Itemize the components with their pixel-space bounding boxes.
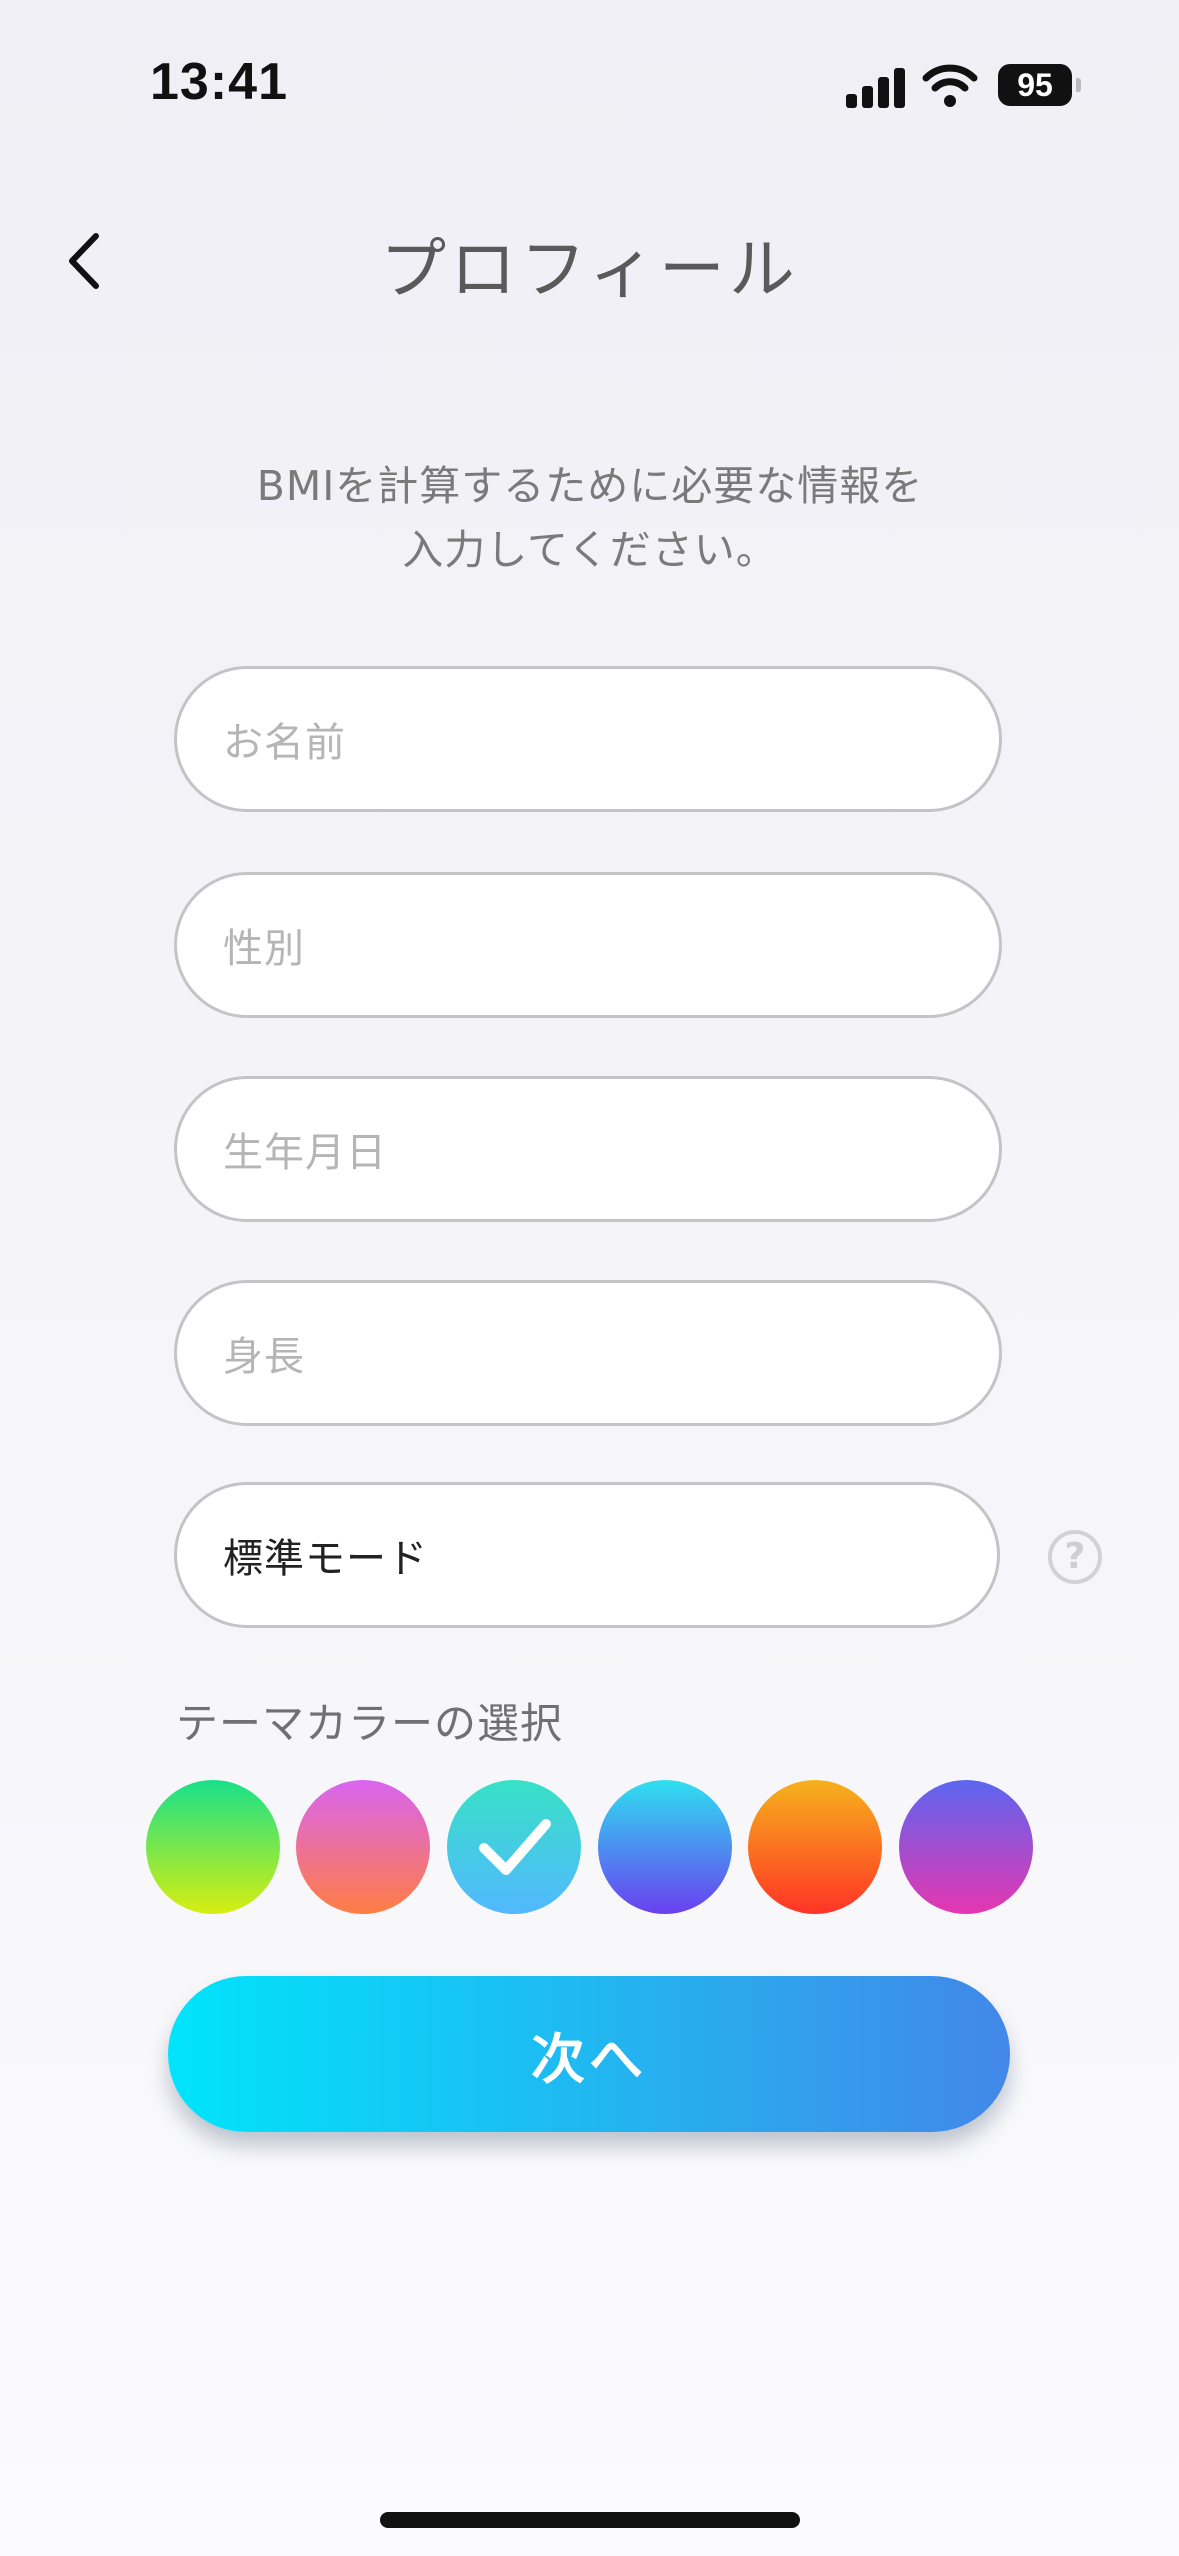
- mode-value: 標準モード: [223, 1536, 428, 1582]
- wifi-icon: [922, 64, 978, 107]
- battery-icon: 95: [998, 64, 1072, 106]
- birthday-field[interactable]: 生年月日: [174, 1076, 1002, 1222]
- theme-swatch-blue[interactable]: [598, 1780, 732, 1914]
- theme-swatch-teal[interactable]: [447, 1780, 581, 1914]
- gender-field[interactable]: 性別: [174, 872, 1002, 1018]
- name-placeholder: お名前: [223, 720, 346, 766]
- battery-nub: [1076, 78, 1081, 92]
- height-placeholder: 身長: [223, 1334, 305, 1380]
- height-field[interactable]: 身長: [174, 1280, 1002, 1426]
- theme-color-label: テーマカラーの選択: [176, 1699, 564, 1748]
- gender-placeholder: 性別: [223, 926, 305, 972]
- check-icon: [479, 1819, 551, 1875]
- status-bar: 13:41 95: [0, 0, 1179, 140]
- description-text: BMIを計算するために必要な情報を 入力してください。: [140, 454, 1040, 582]
- page-title: プロフィール: [380, 231, 799, 308]
- theme-swatch-green[interactable]: [146, 1780, 280, 1914]
- description-line-2: 入力してください。: [402, 526, 778, 574]
- mode-select[interactable]: 標準モード: [174, 1482, 1000, 1628]
- home-indicator[interactable]: [380, 2512, 800, 2528]
- name-field[interactable]: お名前: [174, 666, 1002, 812]
- question-circle-icon[interactable]: ?: [1048, 1530, 1102, 1584]
- next-button[interactable]: 次へ: [168, 1976, 1010, 2132]
- theme-swatch-orange[interactable]: [748, 1780, 882, 1914]
- signal-icon: [846, 68, 906, 108]
- birthday-placeholder: 生年月日: [223, 1130, 387, 1176]
- description-line-1: BMIを計算するために必要な情報を: [256, 462, 924, 510]
- status-time: 13:41: [150, 53, 288, 111]
- theme-swatch-pink[interactable]: [296, 1780, 430, 1914]
- theme-swatch-purple[interactable]: [899, 1780, 1033, 1914]
